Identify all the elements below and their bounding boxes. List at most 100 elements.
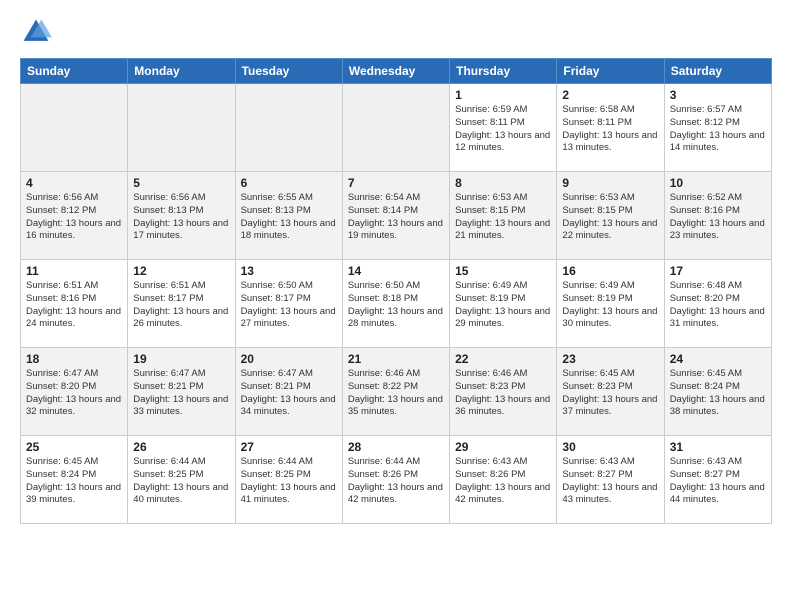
day-info: Sunrise: 6:47 AM Sunset: 8:21 PM Dayligh…: [133, 368, 229, 419]
calendar-week-3: 11Sunrise: 6:51 AM Sunset: 8:16 PM Dayli…: [21, 260, 772, 348]
day-info: Sunrise: 6:53 AM Sunset: 8:15 PM Dayligh…: [455, 192, 551, 243]
day-number: 31: [670, 440, 766, 454]
day-info: Sunrise: 6:45 AM Sunset: 8:23 PM Dayligh…: [562, 368, 658, 419]
day-number: 29: [455, 440, 551, 454]
day-number: 10: [670, 176, 766, 190]
day-number: 21: [348, 352, 444, 366]
weekday-header-friday: Friday: [557, 59, 664, 84]
weekday-header-saturday: Saturday: [664, 59, 771, 84]
header: [20, 16, 772, 48]
calendar-cell: 1 Sunrise: 6:59 AM Sunset: 8:11 PM Daylig…: [450, 84, 557, 172]
day-number: 16: [562, 264, 658, 278]
day-info: Sunrise: 6:45 AM Sunset: 8:24 PM Dayligh…: [26, 456, 122, 507]
day-number: 4: [26, 176, 122, 190]
day-info: Sunrise: 6:46 AM Sunset: 8:22 PM Dayligh…: [348, 368, 444, 419]
day-info: Sunrise: 6:55 AM Sunset: 8:13 PM Dayligh…: [241, 192, 337, 243]
calendar-cell: [342, 84, 449, 172]
day-number: 14: [348, 264, 444, 278]
day-info: Sunrise: 6:56 AM Sunset: 8:13 PM Dayligh…: [133, 192, 229, 243]
day-info: Sunrise: 6:46 AM Sunset: 8:23 PM Dayligh…: [455, 368, 551, 419]
calendar-cell: 13 Sunrise: 6:50 AM Sunset: 8:17 PM Dayli…: [235, 260, 342, 348]
day-info: Sunrise: 6:45 AM Sunset: 8:24 PM Dayligh…: [670, 368, 766, 419]
day-number: 15: [455, 264, 551, 278]
calendar-cell: 10Sunrise: 6:52 AM Sunset: 8:16 PM Dayli…: [664, 172, 771, 260]
day-info: Sunrise: 6:59 AM Sunset: 8:11 PM Dayligh…: [455, 104, 551, 155]
calendar-cell: [235, 84, 342, 172]
day-number: 3: [670, 88, 766, 102]
day-info: Sunrise: 6:54 AM Sunset: 8:14 PM Dayligh…: [348, 192, 444, 243]
page: SundayMondayTuesdayWednesdayThursdayFrid…: [0, 0, 792, 612]
logo-icon: [20, 16, 52, 48]
day-info: Sunrise: 6:56 AM Sunset: 8:12 PM Dayligh…: [26, 192, 122, 243]
day-info: Sunrise: 6:43 AM Sunset: 8:27 PM Dayligh…: [562, 456, 658, 507]
calendar-cell: 7 Sunrise: 6:54 AM Sunset: 8:14 PM Daylig…: [342, 172, 449, 260]
weekday-header-wednesday: Wednesday: [342, 59, 449, 84]
calendar-cell: [21, 84, 128, 172]
calendar-cell: 27 Sunrise: 6:44 AM Sunset: 8:25 PM Dayli…: [235, 436, 342, 524]
day-info: Sunrise: 6:44 AM Sunset: 8:26 PM Dayligh…: [348, 456, 444, 507]
day-number: 30: [562, 440, 658, 454]
day-info: Sunrise: 6:53 AM Sunset: 8:15 PM Dayligh…: [562, 192, 658, 243]
calendar-cell: 25 Sunrise: 6:45 AM Sunset: 8:24 PM Dayli…: [21, 436, 128, 524]
day-number: 18: [26, 352, 122, 366]
day-number: 6: [241, 176, 337, 190]
day-info: Sunrise: 6:44 AM Sunset: 8:25 PM Dayligh…: [241, 456, 337, 507]
calendar-cell: 8 Sunrise: 6:53 AM Sunset: 8:15 PM Daylig…: [450, 172, 557, 260]
day-number: 27: [241, 440, 337, 454]
day-number: 2: [562, 88, 658, 102]
calendar-cell: 19 Sunrise: 6:47 AM Sunset: 8:21 PM Dayli…: [128, 348, 235, 436]
calendar-cell: 20 Sunrise: 6:47 AM Sunset: 8:21 PM Dayli…: [235, 348, 342, 436]
calendar-cell: 12Sunrise: 6:51 AM Sunset: 8:17 PM Dayli…: [128, 260, 235, 348]
day-number: 13: [241, 264, 337, 278]
day-info: Sunrise: 6:48 AM Sunset: 8:20 PM Dayligh…: [670, 280, 766, 331]
calendar-cell: 31Sunrise: 6:43 AM Sunset: 8:27 PM Dayli…: [664, 436, 771, 524]
day-info: Sunrise: 6:47 AM Sunset: 8:21 PM Dayligh…: [241, 368, 337, 419]
calendar-cell: 29 Sunrise: 6:43 AM Sunset: 8:26 PM Dayli…: [450, 436, 557, 524]
day-number: 24: [670, 352, 766, 366]
day-number: 28: [348, 440, 444, 454]
calendar-cell: 14 Sunrise: 6:50 AM Sunset: 8:18 PM Dayli…: [342, 260, 449, 348]
calendar-header-row: SundayMondayTuesdayWednesdayThursdayFrid…: [21, 59, 772, 84]
day-number: 20: [241, 352, 337, 366]
calendar-week-4: 18 Sunrise: 6:47 AM Sunset: 8:20 PM Dayli…: [21, 348, 772, 436]
calendar-cell: 5Sunrise: 6:56 AM Sunset: 8:13 PM Daylig…: [128, 172, 235, 260]
calendar-cell: 28 Sunrise: 6:44 AM Sunset: 8:26 PM Dayli…: [342, 436, 449, 524]
calendar-cell: 15 Sunrise: 6:49 AM Sunset: 8:19 PM Dayli…: [450, 260, 557, 348]
day-info: Sunrise: 6:50 AM Sunset: 8:17 PM Dayligh…: [241, 280, 337, 331]
weekday-header-monday: Monday: [128, 59, 235, 84]
day-number: 11: [26, 264, 122, 278]
day-number: 23: [562, 352, 658, 366]
calendar-cell: [128, 84, 235, 172]
calendar-cell: 17 Sunrise: 6:48 AM Sunset: 8:20 PM Dayli…: [664, 260, 771, 348]
day-info: Sunrise: 6:50 AM Sunset: 8:18 PM Dayligh…: [348, 280, 444, 331]
day-number: 17: [670, 264, 766, 278]
calendar-cell: 6 Sunrise: 6:55 AM Sunset: 8:13 PM Daylig…: [235, 172, 342, 260]
calendar-cell: 18 Sunrise: 6:47 AM Sunset: 8:20 PM Dayli…: [21, 348, 128, 436]
calendar-week-2: 4 Sunrise: 6:56 AM Sunset: 8:12 PM Daylig…: [21, 172, 772, 260]
day-number: 26: [133, 440, 229, 454]
weekday-header-thursday: Thursday: [450, 59, 557, 84]
calendar-cell: 26 Sunrise: 6:44 AM Sunset: 8:25 PM Dayli…: [128, 436, 235, 524]
calendar-cell: 9 Sunrise: 6:53 AM Sunset: 8:15 PM Daylig…: [557, 172, 664, 260]
day-info: Sunrise: 6:47 AM Sunset: 8:20 PM Dayligh…: [26, 368, 122, 419]
day-number: 9: [562, 176, 658, 190]
weekday-header-sunday: Sunday: [21, 59, 128, 84]
day-info: Sunrise: 6:57 AM Sunset: 8:12 PM Dayligh…: [670, 104, 766, 155]
day-info: Sunrise: 6:44 AM Sunset: 8:25 PM Dayligh…: [133, 456, 229, 507]
day-info: Sunrise: 6:43 AM Sunset: 8:26 PM Dayligh…: [455, 456, 551, 507]
day-number: 22: [455, 352, 551, 366]
day-number: 12: [133, 264, 229, 278]
calendar-cell: 11Sunrise: 6:51 AM Sunset: 8:16 PM Dayli…: [21, 260, 128, 348]
day-info: Sunrise: 6:49 AM Sunset: 8:19 PM Dayligh…: [562, 280, 658, 331]
day-info: Sunrise: 6:49 AM Sunset: 8:19 PM Dayligh…: [455, 280, 551, 331]
day-number: 7: [348, 176, 444, 190]
logo: [20, 16, 56, 48]
weekday-header-tuesday: Tuesday: [235, 59, 342, 84]
day-number: 1: [455, 88, 551, 102]
calendar-week-1: 1 Sunrise: 6:59 AM Sunset: 8:11 PM Daylig…: [21, 84, 772, 172]
day-info: Sunrise: 6:58 AM Sunset: 8:11 PM Dayligh…: [562, 104, 658, 155]
day-number: 25: [26, 440, 122, 454]
day-number: 19: [133, 352, 229, 366]
day-number: 8: [455, 176, 551, 190]
calendar-cell: 24 Sunrise: 6:45 AM Sunset: 8:24 PM Dayli…: [664, 348, 771, 436]
